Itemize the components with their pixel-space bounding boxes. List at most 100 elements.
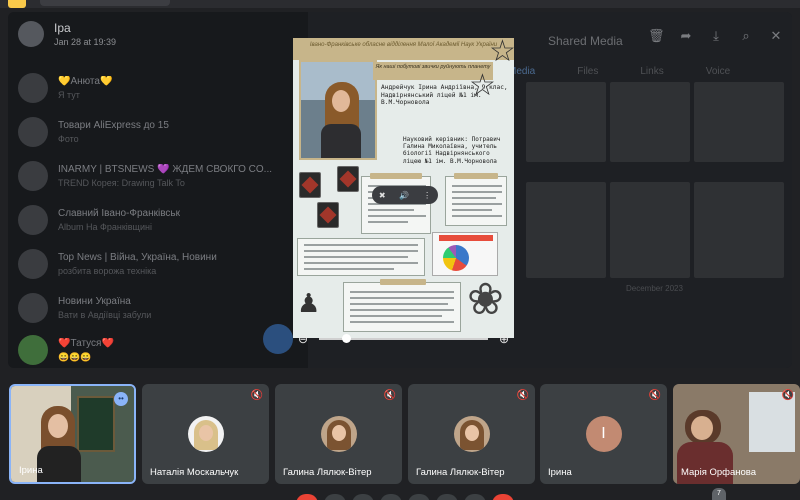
- chat-preview: розбита ворожа техніка: [58, 266, 157, 276]
- avatar: [320, 416, 357, 452]
- participant-tile[interactable]: I 🔇 Ірина: [540, 384, 667, 484]
- media-thumb[interactable]: [694, 82, 784, 162]
- chat-preview: Вати в Авдіївці забули: [58, 310, 152, 320]
- poster-block: [445, 173, 507, 226]
- media-tabs: Media Files Links Voice: [508, 66, 730, 77]
- image-controls: ✖ 🔊 ⋮: [372, 186, 438, 204]
- participant-name: Ірина: [19, 465, 43, 476]
- chat-item[interactable]: 💛Анюта💛 Я тут: [18, 68, 298, 108]
- chat-item[interactable]: Славний Івано-Франківськ Album На Франків…: [18, 200, 298, 240]
- participant-tile[interactable]: 🔇 Галина Лялюк-Вітер: [408, 384, 535, 484]
- chat-item[interactable]: ❤️Татуся❤️ 😀😀😀: [18, 330, 298, 368]
- avatar: [18, 161, 48, 191]
- trash-icon[interactable]: 🗑: [648, 28, 665, 44]
- avatar: [453, 416, 490, 452]
- captions-button[interactable]: [352, 494, 374, 500]
- participant-name: Наталія Москальчук: [150, 467, 239, 478]
- media-date-caption: December 2023: [626, 284, 683, 293]
- pin-icon[interactable]: ✖: [379, 191, 386, 200]
- leave-call-button[interactable]: [492, 494, 514, 500]
- participant-name: Марія Орфанова: [681, 467, 757, 478]
- avatar: [18, 21, 44, 47]
- participant-tile[interactable]: 🔇 Галина Лялюк-Вітер: [275, 384, 402, 484]
- poster-advisor: Науковий керівник: Потравич Галина Микол…: [403, 136, 501, 165]
- chat-title: Славний Івано-Франківськ: [58, 208, 180, 219]
- chat-header-name: Ipa: [54, 21, 71, 35]
- compose-button[interactable]: [263, 324, 293, 354]
- flower-doodle: ❀: [467, 275, 504, 324]
- zoom-out-icon[interactable]: ⊖: [293, 332, 313, 346]
- zoom-in-icon[interactable]: ⊕: [494, 332, 514, 346]
- avatar: [18, 293, 48, 323]
- chat-item[interactable]: Новини Україна Вати в Авдіївці забули: [18, 288, 298, 328]
- participant-tile[interactable]: 🔇 Марія Орфанова: [673, 384, 800, 484]
- mic-off-icon: 🔇: [516, 390, 529, 401]
- chat-item[interactable]: Top News | Війна, Україна, Новини розбита…: [18, 244, 298, 284]
- search-icon[interactable]: ⌕: [738, 28, 754, 44]
- avatar: [18, 117, 48, 147]
- mic-button[interactable]: [296, 494, 318, 500]
- browser-tab[interactable]: [40, 0, 170, 6]
- top-strip: [0, 0, 800, 8]
- download-icon[interactable]: ⤓: [708, 28, 724, 44]
- more-options-button[interactable]: [464, 494, 486, 500]
- tab-files[interactable]: Files: [577, 66, 598, 77]
- participant-name: Ірина: [548, 467, 572, 478]
- chat-title: Новини Україна: [58, 296, 131, 307]
- poster-block: [297, 238, 425, 276]
- raise-hand-button[interactable]: [436, 494, 458, 500]
- zoom-slider-handle[interactable]: [342, 334, 352, 343]
- chat-header: Ipa Jan 28 at 19:39: [8, 12, 308, 56]
- speaking-indicator-icon: ••: [114, 392, 128, 406]
- media-thumb[interactable]: [610, 82, 690, 162]
- bag-image: [337, 166, 359, 192]
- chat-item[interactable]: INARMY | BTSNEWS 💜 ЖДЕМ СВОКГО CO... TREN…: [18, 156, 298, 196]
- reactions-button[interactable]: [380, 494, 402, 500]
- close-icon[interactable]: ✕: [768, 28, 784, 44]
- mic-off-icon: 🔇: [648, 390, 661, 401]
- chat-title: 💛Анюта💛: [58, 76, 113, 87]
- mic-off-icon: 🔇: [383, 390, 396, 401]
- avatar: [18, 249, 48, 279]
- more-icon[interactable]: ⋮: [423, 191, 431, 200]
- chat-list-panel: Ipa Jan 28 at 19:39 💛Анюта💛 Я тут Товари …: [8, 12, 308, 368]
- star-doodle: ☆: [469, 69, 496, 102]
- zoom-slider[interactable]: [319, 334, 488, 343]
- person-doodle: ♟: [297, 288, 321, 318]
- share-icon[interactable]: ➦: [678, 28, 694, 44]
- chat-title: Top News | Війна, Україна, Новини: [58, 252, 217, 263]
- poster-block: [361, 173, 431, 234]
- chat-item[interactable]: Товари AliExpress до 15 Фото: [18, 112, 298, 152]
- poster-image: Івано-Франківське обласне відділення Мал…: [293, 38, 514, 338]
- zoom-bar: ⊖ ⊕: [293, 322, 514, 356]
- tab-voice[interactable]: Voice: [706, 66, 730, 77]
- chat-preview: 😀😀😀: [58, 351, 92, 362]
- chat-preview: TREND Корея: Drawing Talk To: [58, 178, 185, 188]
- avatar: [18, 73, 48, 103]
- chat-title: ❤️Татуся❤️: [58, 337, 114, 349]
- present-button[interactable]: [408, 494, 430, 500]
- participant-name: Галина Лялюк-Вітер: [416, 467, 505, 478]
- participant-name: Галина Лялюк-Вітер: [283, 467, 372, 478]
- media-thumb[interactable]: [610, 182, 690, 278]
- star-doodle: ☆: [489, 38, 514, 68]
- media-thumb[interactable]: [526, 182, 606, 278]
- avatar: [18, 205, 48, 235]
- media-thumb[interactable]: [526, 82, 606, 162]
- camera-button[interactable]: [324, 494, 346, 500]
- avatar: [18, 335, 48, 365]
- mic-off-icon: 🔇: [250, 390, 263, 401]
- speaker-icon[interactable]: 🔊: [399, 191, 409, 200]
- poster-header: Івано-Франківське обласне відділення Мал…: [293, 38, 514, 60]
- tab-links[interactable]: Links: [640, 66, 663, 77]
- bag-image: [299, 172, 321, 198]
- meet-screen: Ipa Jan 28 at 19:39 💛Анюта💛 Я тут Товари …: [0, 0, 800, 500]
- media-thumb[interactable]: [694, 182, 784, 278]
- participant-tile[interactable]: 🔇 Наталія Москальчук: [142, 384, 269, 484]
- participant-count-badge[interactable]: 7: [712, 488, 726, 500]
- avatar-initial: I: [585, 416, 622, 452]
- media-toolbar: 🗑 ➦ ⤓ ⌕ ✕: [648, 28, 784, 44]
- participant-tile[interactable]: •• Ірина: [9, 384, 136, 484]
- poster-photo: [299, 60, 377, 160]
- bag-image: [317, 202, 339, 228]
